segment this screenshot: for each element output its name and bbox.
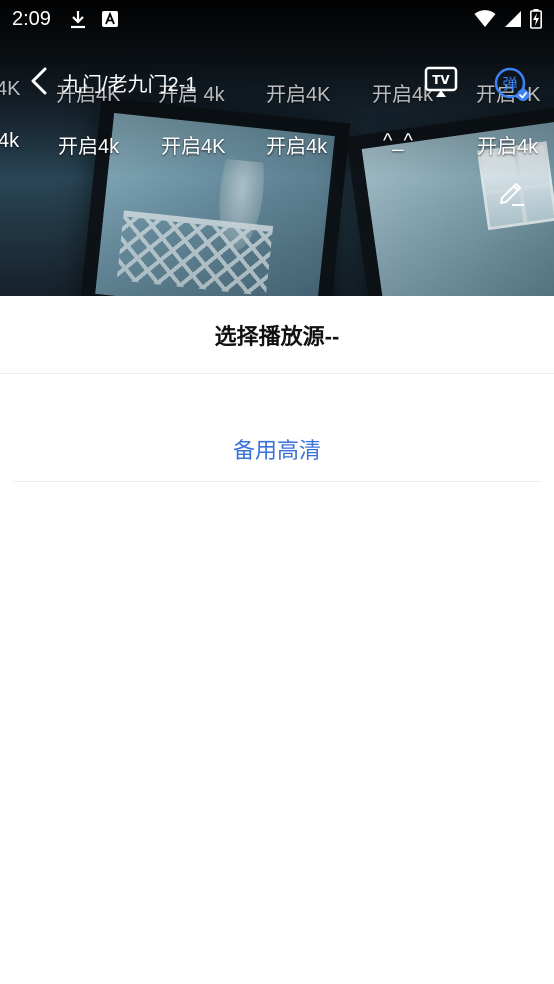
danmaku-comment: 开启4k — [58, 136, 120, 158]
danmaku-comment: 开启4k — [266, 136, 328, 158]
tv-cast-icon: TV — [424, 66, 458, 97]
danmaku-toggle-button[interactable]: 弹 — [493, 66, 529, 102]
danmaku-toggle-label: 弹 — [502, 75, 517, 93]
danmaku-icon: 弹 — [494, 67, 529, 101]
sheet-header: 选择播放源-- — [0, 296, 554, 374]
signal-icon — [505, 11, 521, 27]
video-player[interactable]: 4K 开启4K 开启 4k 开启4K 开启4k 开启4K 4k 开启4k 开启4… — [0, 0, 554, 296]
player-top-bar: 九门/老九门2-1 TV 弹 — [0, 58, 554, 106]
source-option-backup-hd[interactable]: 备用高清 — [13, 374, 541, 482]
danmaku-comment: 开启4k — [477, 136, 539, 158]
status-system-icons — [474, 9, 542, 29]
chevron-left-icon — [31, 67, 47, 95]
status-time: 2:09 — [12, 7, 51, 30]
danmaku-comment: ^_^ — [383, 130, 413, 152]
source-list: 备用高清 — [0, 374, 554, 482]
video-title: 九门/老九门2-1 — [62, 74, 197, 96]
send-danmaku-button[interactable] — [496, 176, 528, 208]
wifi-icon — [474, 10, 496, 27]
source-selection-sheet: 选择播放源-- 备用高清 — [0, 296, 554, 984]
tv-label: TV — [432, 73, 450, 87]
font-a-icon — [101, 11, 118, 27]
download-icon — [70, 11, 85, 29]
source-option-label: 备用高清 — [232, 437, 321, 463]
battery-charging-icon — [530, 9, 542, 29]
pencil-icon — [500, 183, 524, 206]
danmaku-comment: 开启4K — [161, 136, 226, 158]
cast-tv-button[interactable]: TV — [423, 64, 459, 100]
status-bar: 2:09 — [0, 0, 554, 38]
danmaku-comment: 4k — [0, 130, 20, 152]
sheet-title: 选择播放源-- — [214, 323, 340, 349]
status-notification-icons — [69, 9, 119, 29]
back-button[interactable] — [24, 64, 54, 98]
